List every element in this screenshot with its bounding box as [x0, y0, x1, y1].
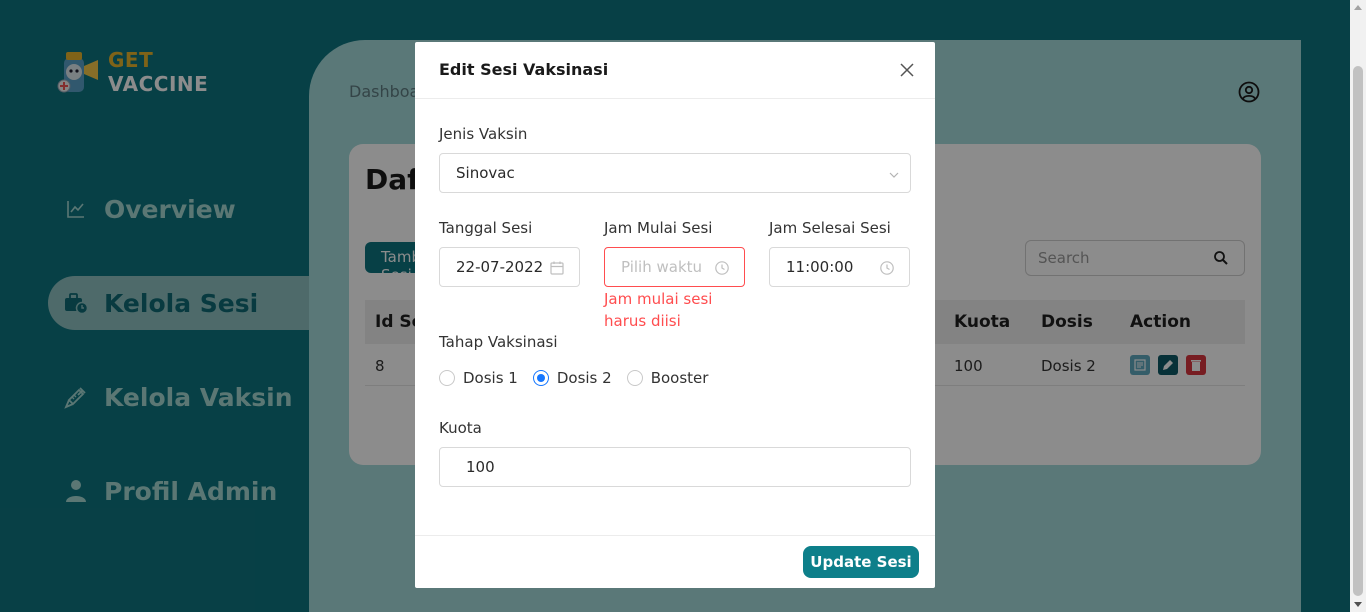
- vaccine-type-label: Jenis Vaksin: [439, 125, 528, 143]
- vaccine-type-value: Sinovac: [456, 164, 515, 182]
- clock-icon: [714, 260, 730, 276]
- calendar-icon: [549, 260, 565, 276]
- end-time-value: 11:00:00: [786, 258, 854, 276]
- start-time-label: Jam Mulai Sesi: [604, 219, 713, 237]
- scroll-up-icon[interactable]: [1354, 5, 1362, 10]
- radio-label: Dosis 2: [556, 369, 612, 387]
- close-icon[interactable]: [897, 60, 917, 80]
- session-date-label: Tanggal Sesi: [439, 219, 533, 237]
- radio-booster[interactable]: Booster: [626, 369, 709, 387]
- radio-dosis-1[interactable]: Dosis 1: [439, 369, 518, 387]
- vaccination-stage-radio-group: Dosis 1 Dosis 2 Booster: [439, 367, 723, 389]
- start-time-error: Jam mulai sesi harus diisi: [604, 290, 713, 330]
- radio-dosis-2[interactable]: Dosis 2: [532, 369, 612, 387]
- edit-session-modal: Edit Sesi Vaksinasi Jenis Vaksin Sinovac…: [415, 42, 935, 588]
- radio-label: Booster: [650, 369, 709, 387]
- end-time-label: Jam Selesai Sesi: [769, 219, 891, 237]
- scrollbar-thumb[interactable]: [1353, 66, 1363, 596]
- start-time-picker[interactable]: Pilih waktu: [604, 247, 745, 287]
- chevron-down-icon: [888, 167, 900, 179]
- radio-circle[interactable]: [532, 370, 549, 386]
- quota-input[interactable]: 100: [439, 447, 911, 487]
- modal-title: Edit Sesi Vaksinasi: [439, 60, 609, 79]
- page-scrollbar[interactable]: [1350, 0, 1366, 612]
- clock-icon: [879, 260, 895, 276]
- quota-label: Kuota: [439, 419, 482, 437]
- session-date-picker[interactable]: 22-07-2022: [439, 247, 580, 287]
- vaccination-stage-label: Tahap Vaksinasi: [439, 333, 558, 351]
- vaccine-type-select[interactable]: Sinovac: [439, 153, 911, 193]
- start-time-placeholder: Pilih waktu: [621, 258, 703, 276]
- radio-circle[interactable]: [626, 370, 643, 386]
- update-session-button[interactable]: Update Sesi: [803, 546, 919, 578]
- scroll-down-icon[interactable]: [1354, 602, 1362, 607]
- session-date-value: 22-07-2022: [456, 258, 544, 276]
- end-time-picker[interactable]: 11:00:00: [769, 247, 910, 287]
- radio-circle[interactable]: [439, 370, 455, 386]
- radio-label: Dosis 1: [463, 369, 518, 387]
